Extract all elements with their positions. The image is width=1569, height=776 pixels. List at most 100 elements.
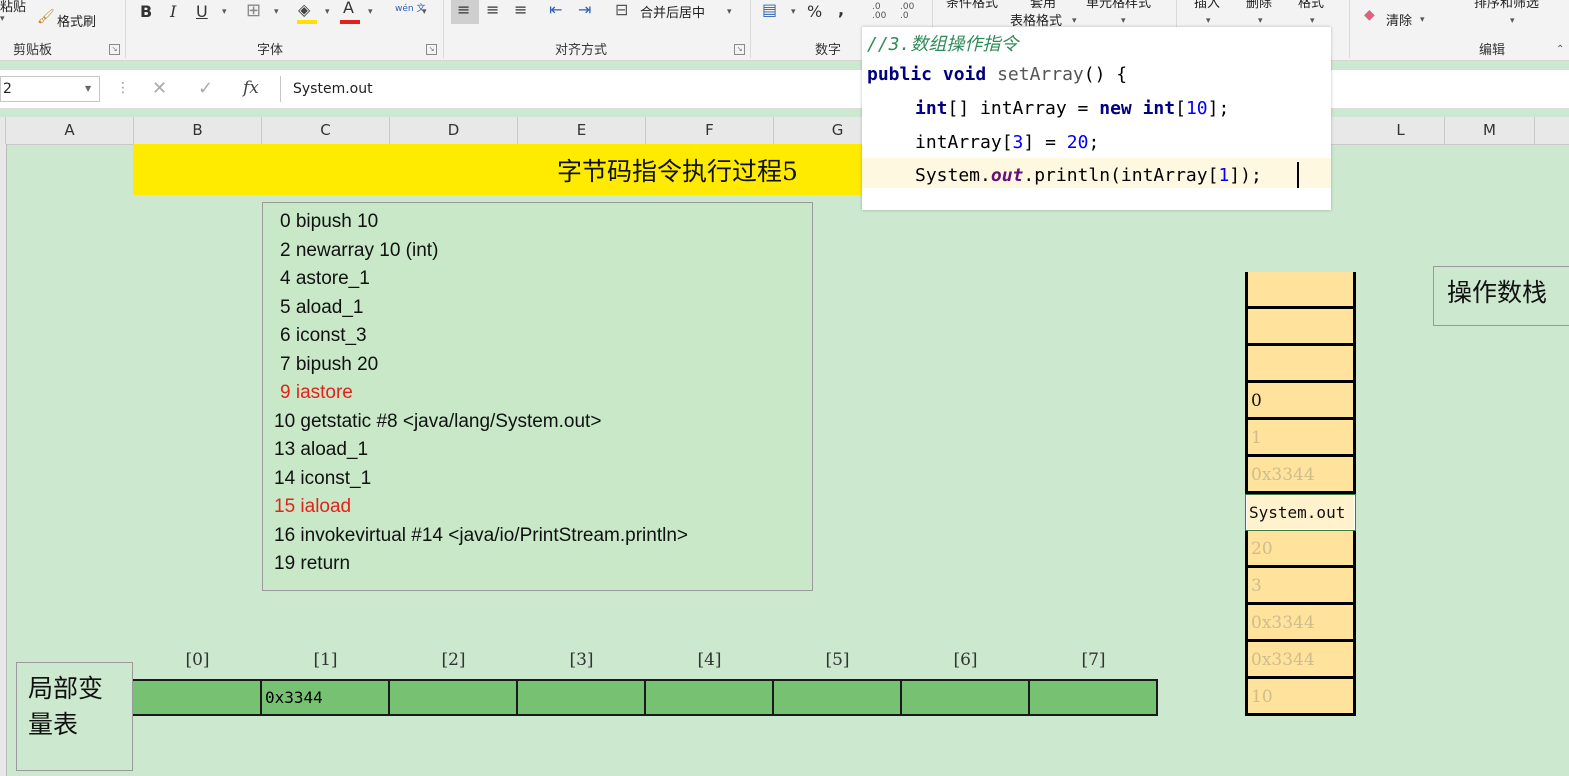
delete-button[interactable]: 删除 [1246, 0, 1272, 11]
increase-indent-icon[interactable]: ⇥ [578, 0, 591, 19]
font-color-button[interactable]: A [343, 0, 354, 17]
stack-cell[interactable]: 10 [1245, 679, 1356, 716]
align-left-icon[interactable]: ≡ [457, 0, 470, 19]
format-button[interactable]: 格式 [1298, 0, 1324, 11]
column-header-a[interactable]: A [6, 117, 134, 144]
table-format-dropdown-icon[interactable]: ▾ [1072, 16, 1077, 26]
separator [125, 0, 126, 58]
cell-styles-button[interactable]: 单元格样式 [1086, 0, 1151, 11]
lv-slot[interactable] [1028, 679, 1158, 716]
bytecode-line: 4 astore_1 [280, 268, 370, 289]
merge-icon[interactable]: ⊟ [615, 0, 628, 19]
stack-cell[interactable]: 1 [1245, 420, 1356, 457]
alignment-launcher-icon[interactable]: ↘ [734, 44, 745, 55]
operand-stack-label[interactable]: 操作数栈 [1433, 266, 1569, 326]
border-icon[interactable]: ⊞ [246, 0, 261, 21]
phonetic-icon[interactable]: wén 文 [395, 1, 425, 14]
stack-cell[interactable] [1245, 309, 1356, 346]
underline-dropdown-icon[interactable]: ▾ [222, 7, 227, 17]
stack-cell[interactable]: 3 [1245, 568, 1356, 605]
stack-cell[interactable] [1245, 272, 1356, 309]
formula-bar-grip-icon[interactable]: ⋮ [116, 80, 130, 96]
stack-cell[interactable]: 0 [1245, 383, 1356, 420]
name-box-dropdown-icon[interactable]: ▼ [85, 84, 91, 93]
stack-cell[interactable]: 20 [1245, 531, 1356, 568]
clear-dropdown-icon[interactable]: ▾ [1420, 15, 1425, 25]
fill-dropdown-icon[interactable]: ▾ [325, 7, 330, 17]
column-header-e[interactable]: E [518, 117, 646, 144]
italic-button[interactable]: I [170, 2, 176, 21]
bytecode-line-highlighted: 9 iastore [280, 382, 353, 403]
conditional-format-button[interactable]: 条件格式 [946, 0, 998, 11]
lv-slot[interactable] [772, 679, 902, 716]
sort-filter-dropdown-icon[interactable]: ▾ [1510, 16, 1515, 26]
confirm-button[interactable]: ✓ [198, 78, 213, 99]
bytecode-line: 19 return [274, 553, 351, 574]
column-header-m[interactable]: M [1445, 117, 1535, 144]
lv-slot[interactable] [900, 679, 1030, 716]
lv-slot[interactable] [516, 679, 646, 716]
increase-decimal-button[interactable]: .0 .00 [872, 3, 892, 21]
paste-button[interactable]: 粘贴 [0, 0, 26, 15]
decrease-indent-icon[interactable]: ⇤ [549, 0, 562, 19]
sort-filter-button[interactable]: 排序和筛选 [1474, 0, 1539, 11]
group-label-clipboard: 剪贴板 [13, 43, 53, 58]
collapse-ribbon-icon[interactable]: ⌃ [1556, 44, 1564, 55]
group-label-editing: 编辑 [1479, 43, 1506, 58]
align-right-icon[interactable]: ≡ [514, 0, 527, 19]
text-caret [1297, 162, 1299, 188]
insert-dropdown-icon[interactable]: ▾ [1206, 16, 1211, 26]
stack-cell[interactable]: 0x3344 [1245, 642, 1356, 679]
clipboard-launcher-icon[interactable]: ↘ [109, 44, 120, 55]
delete-dropdown-icon[interactable]: ▾ [1258, 16, 1263, 26]
bold-button[interactable]: B [140, 2, 152, 21]
fill-color-icon[interactable]: ◈ [298, 0, 310, 19]
stack-cell-selected[interactable]: System.out [1245, 494, 1356, 531]
merge-dropdown-icon[interactable]: ▾ [727, 7, 732, 17]
cancel-button[interactable]: ✕ [152, 78, 167, 99]
underline-button[interactable]: U [196, 2, 208, 21]
font-launcher-icon[interactable]: ↘ [426, 44, 437, 55]
accounting-dropdown-icon[interactable]: ▾ [791, 7, 796, 17]
column-header-l[interactable]: L [1357, 117, 1445, 144]
phonetic-dropdown-icon[interactable]: ▾ [422, 7, 427, 17]
lv-index: [5] [825, 650, 850, 670]
insert-function-button[interactable]: fx [243, 78, 259, 98]
bytecode-line-highlighted: 15 iaload [274, 496, 352, 517]
lv-slot[interactable] [644, 679, 774, 716]
percent-button[interactable]: % [807, 2, 822, 21]
border-dropdown-icon[interactable]: ▾ [274, 7, 279, 17]
font-color-dropdown-icon[interactable]: ▾ [368, 7, 373, 17]
bytecode-line: 14 iconst_1 [274, 468, 372, 489]
stack-cell[interactable]: 0x3344 [1245, 457, 1356, 494]
stack-cell[interactable]: 0x3344 [1245, 605, 1356, 642]
format-dropdown-icon[interactable]: ▾ [1310, 16, 1315, 26]
bytecode-line: 2 newarray 10 (int) [280, 240, 439, 261]
bytecode-line: 7 bipush 20 [280, 354, 379, 375]
lv-slot[interactable] [133, 679, 262, 716]
column-header-d[interactable]: D [390, 117, 518, 144]
insert-button[interactable]: 插入 [1194, 0, 1220, 11]
code-line-signature: public void setArray() { [867, 64, 1128, 85]
align-center-icon[interactable]: ≡ [486, 0, 499, 19]
column-header-c[interactable]: C [262, 117, 390, 144]
comma-button[interactable]: , [838, 0, 844, 19]
paste-dropdown-icon[interactable]: ▾ [0, 14, 5, 24]
column-header-b[interactable]: B [134, 117, 262, 144]
local-variable-table-label[interactable]: 局部变 量表 [16, 662, 133, 771]
cell-styles-dropdown-icon[interactable]: ▾ [1121, 16, 1126, 26]
format-painter-button[interactable]: 格式刷 [57, 11, 96, 30]
row-header-gutter[interactable] [0, 144, 7, 776]
decrease-decimal-button[interactable]: .00 .0 [900, 3, 920, 21]
code-comment: //3.数组操作指令 [867, 34, 1019, 55]
clear-button[interactable]: 清除 [1386, 10, 1412, 29]
lv-slot[interactable]: 0x3344 [260, 679, 390, 716]
merge-center-button[interactable]: 合并后居中 [640, 2, 705, 21]
column-header-f[interactable]: F [646, 117, 774, 144]
lv-slot[interactable] [388, 679, 518, 716]
accounting-icon[interactable]: ▤ [762, 0, 777, 19]
lv-index: [4] [697, 650, 722, 670]
stack-cell[interactable] [1245, 346, 1356, 383]
group-label-alignment: 对齐方式 [555, 43, 608, 58]
fill-color-swatch [297, 20, 317, 24]
